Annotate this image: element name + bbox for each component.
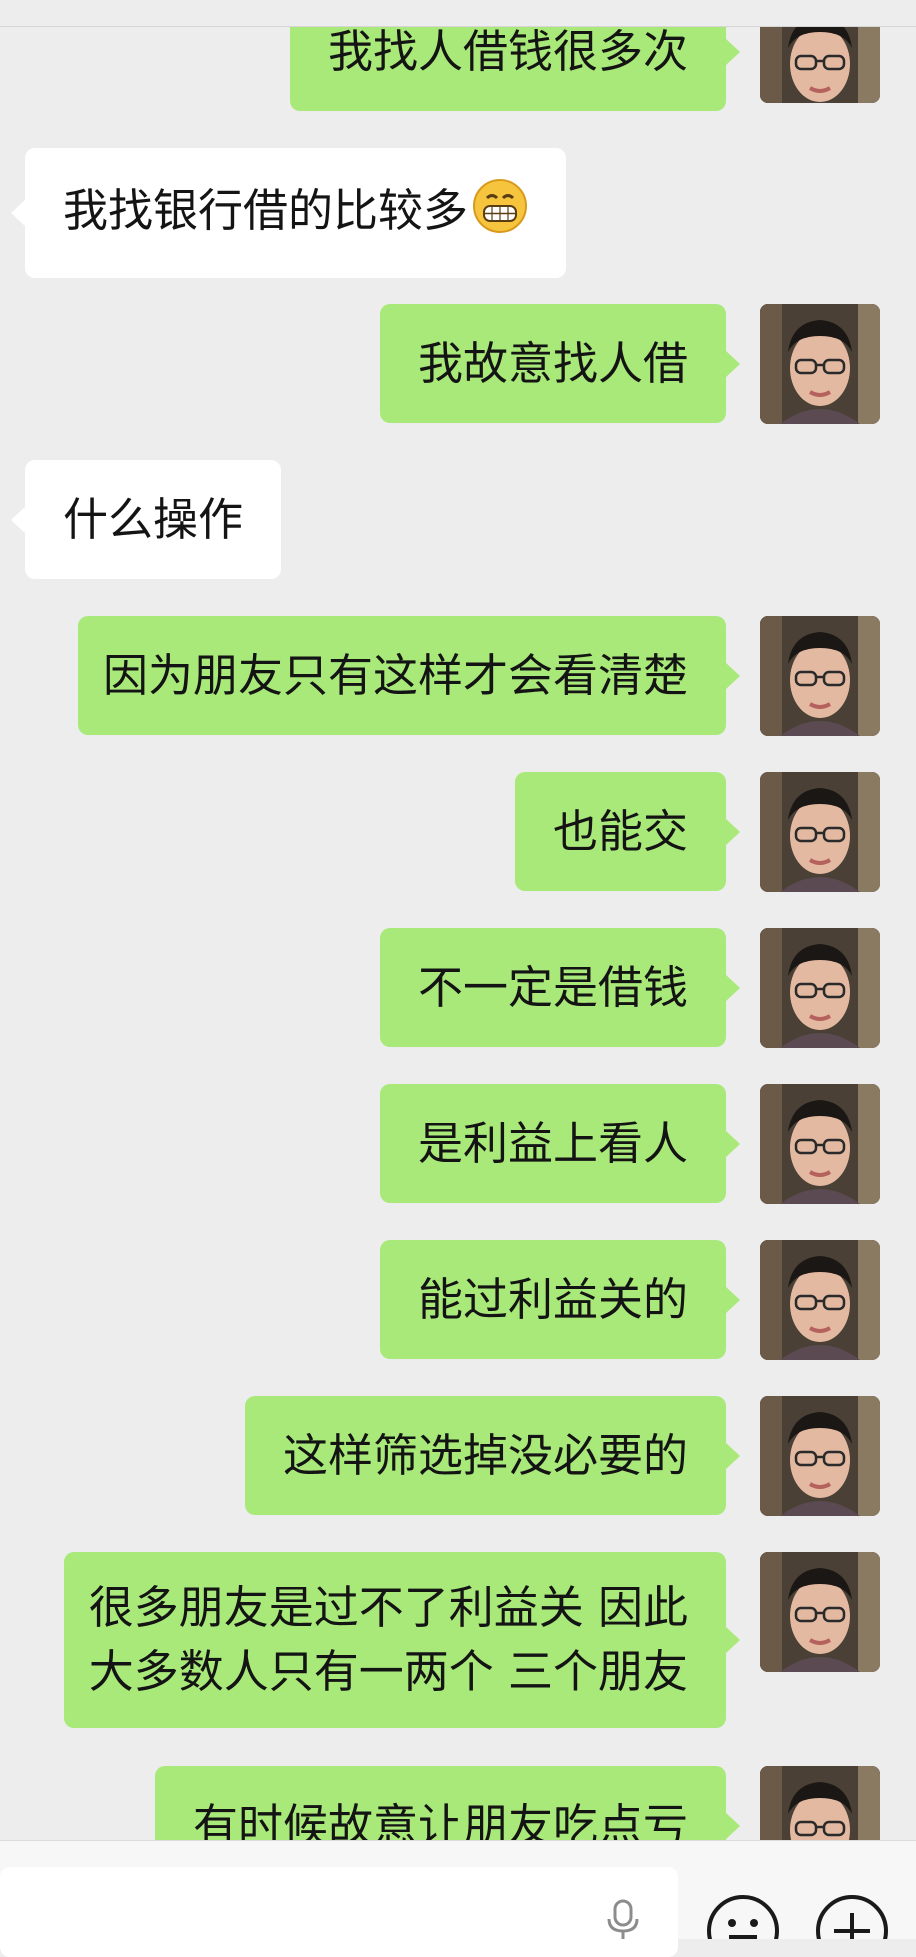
input-bar: [0, 1840, 916, 1957]
grinning-face-icon: [472, 178, 528, 249]
my-message-bubble[interactable]: 有时候故意让朋友吃点亏: [154, 1766, 741, 1840]
my-avatar[interactable]: [760, 928, 880, 1048]
microphone-icon[interactable]: [603, 1899, 643, 1943]
my-avatar[interactable]: [760, 1396, 880, 1516]
message-input[interactable]: [0, 1867, 678, 1957]
my-message-bubble[interactable]: 因为朋友只有这样才会看清楚: [77, 616, 741, 735]
message-text-line: 大多数人只有一两个 三个朋友: [88, 1645, 688, 1698]
other-message-bubble[interactable]: 什么操作: [10, 460, 282, 579]
my-message-bubble[interactable]: 我故意找人借: [379, 304, 741, 423]
my-message-bubble[interactable]: 这样筛选掉没必要的: [244, 1396, 741, 1515]
other-message-bubble[interactable]: 我找银行借的比较多: [10, 148, 567, 278]
chat-history[interactable]: 我找人借钱很多次 我找银行借的比较多 我故意找人借 什么操作 因为朋友只有这样才…: [0, 0, 916, 1840]
my-avatar[interactable]: [760, 1766, 880, 1840]
my-avatar[interactable]: [760, 616, 880, 736]
emoji-icon[interactable]: [705, 1893, 781, 1957]
message-text: 也能交: [552, 805, 688, 858]
message-text: 我找人借钱很多次: [327, 25, 688, 78]
message-text: 什么操作: [63, 493, 244, 546]
message-text: 我找银行借的比较多: [63, 184, 469, 237]
my-avatar[interactable]: [760, 772, 880, 892]
top-divider: [0, 0, 916, 27]
message-text: 不一定是借钱: [417, 961, 688, 1014]
my-avatar[interactable]: [760, 1084, 880, 1204]
message-text: 有时候故意让朋友吃点亏: [192, 1799, 688, 1840]
my-message-bubble[interactable]: 也能交: [514, 772, 741, 891]
message-text: 这样筛选掉没必要的: [282, 1429, 688, 1482]
message-text: 是利益上看人: [417, 1117, 688, 1170]
message-text: 因为朋友只有这样才会看清楚: [102, 649, 688, 702]
message-text: 能过利益关的: [417, 1273, 688, 1326]
my-message-bubble[interactable]: 不一定是借钱: [379, 928, 741, 1047]
my-message-bubble[interactable]: 是利益上看人: [379, 1084, 741, 1203]
message-text: 我故意找人借: [417, 337, 688, 390]
my-avatar[interactable]: [760, 1552, 880, 1672]
my-avatar[interactable]: [760, 1240, 880, 1360]
plus-icon[interactable]: [814, 1893, 890, 1957]
my-avatar[interactable]: [760, 304, 880, 424]
my-message-bubble[interactable]: 很多朋友是过不了利益关 因此 大多数人只有一两个 三个朋友: [63, 1552, 741, 1728]
my-message-bubble[interactable]: 能过利益关的: [379, 1240, 741, 1359]
message-text-line: 很多朋友是过不了利益关 因此: [88, 1581, 688, 1634]
